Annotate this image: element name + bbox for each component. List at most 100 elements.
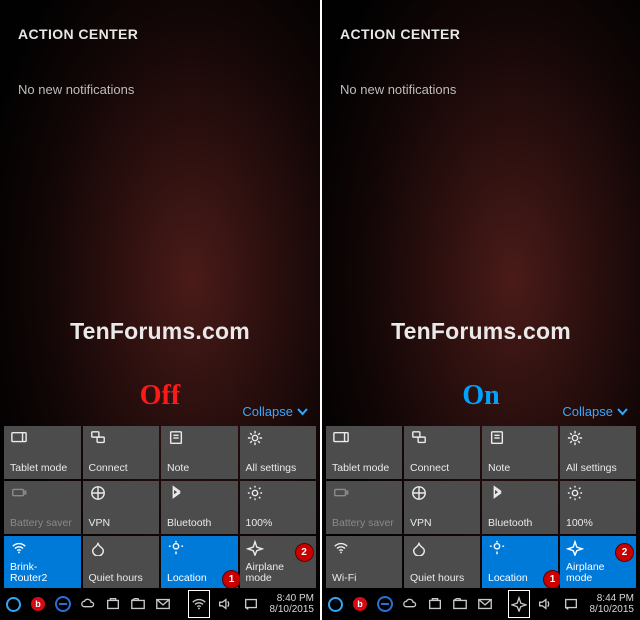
annotation-badge: 1 — [223, 571, 240, 588]
vpn-icon — [410, 485, 428, 501]
tile-label: Bluetooth — [167, 518, 232, 530]
tile-brightness[interactable]: 100% — [240, 481, 317, 534]
date-text: 8/10/2015 — [270, 604, 315, 615]
annotation-badge: 1 — [544, 571, 561, 588]
taskbar: b 8:40 PM 8/10/2015 — [0, 588, 320, 620]
tile-label: Connect — [89, 463, 154, 475]
tablet-icon — [332, 430, 350, 446]
tile-tablet[interactable]: Tablet mode — [326, 426, 402, 479]
quick-action-tiles: Tablet mode Connect Note All settings Batter… — [4, 426, 316, 589]
brightness-icon — [246, 485, 264, 501]
tile-bluetooth[interactable]: Bluetooth — [482, 481, 558, 534]
time-text: 8:44 PM — [590, 593, 635, 604]
taskbar-volume-icon[interactable] — [534, 590, 556, 618]
watermark-text: TenForums.com — [70, 318, 250, 345]
taskbar-wifi-icon[interactable] — [188, 590, 210, 618]
tile-quiet[interactable]: Quiet hours — [404, 536, 480, 589]
tile-settings[interactable]: All settings — [240, 426, 317, 479]
taskbar-store-icon[interactable] — [424, 590, 446, 618]
bluetooth-icon — [167, 485, 185, 501]
connect-icon — [410, 430, 428, 446]
taskbar-ac-icon[interactable] — [240, 590, 262, 618]
panel-right: ACTION CENTER No new notifications TenFo… — [320, 0, 640, 620]
collapse-button[interactable]: Collapse — [562, 404, 628, 419]
taskbar-explorer-icon[interactable] — [127, 590, 149, 618]
tile-label: All settings — [246, 463, 311, 475]
clock: 8:40 PM 8/10/2015 — [266, 593, 319, 615]
wifi-icon — [10, 540, 28, 556]
taskbar-cortana-icon[interactable] — [2, 590, 24, 618]
tile-airplane[interactable]: Airplane mode2 — [560, 536, 636, 589]
taskbar-store-icon[interactable] — [102, 590, 124, 618]
tile-label: Tablet mode — [332, 463, 396, 475]
tile-wifi[interactable]: Wi-Fi — [326, 536, 402, 589]
tile-label: Airplane mode — [246, 562, 311, 585]
chevron-down-icon — [297, 406, 308, 417]
note-icon — [488, 430, 506, 446]
taskbar-ac-icon[interactable] — [560, 590, 582, 618]
brightness-icon — [566, 485, 584, 501]
taskbar-mail-icon[interactable] — [152, 590, 174, 618]
tile-label: Bluetooth — [488, 518, 552, 530]
taskbar-edge-icon[interactable] — [52, 590, 74, 618]
tile-bluetooth[interactable]: Bluetooth — [161, 481, 238, 534]
state-label-off: Off — [140, 380, 180, 412]
annotation-badge: 2 — [296, 544, 313, 561]
quick-action-tiles: Tablet mode Connect Note All settings Batter… — [326, 426, 636, 589]
taskbar-right: 8:44 PM 8/10/2015 — [508, 590, 639, 618]
settings-icon — [246, 430, 264, 446]
vpn-icon — [89, 485, 107, 501]
battery-icon — [10, 485, 28, 501]
tile-label: Battery saver — [10, 518, 75, 530]
tile-location[interactable]: Location1 — [161, 536, 238, 589]
note-icon — [167, 430, 185, 446]
tile-vpn[interactable]: VPN — [404, 481, 480, 534]
bluetooth-icon — [488, 485, 506, 501]
tile-connect[interactable]: Connect — [404, 426, 480, 479]
taskbar-airplane-icon[interactable] — [508, 590, 530, 618]
battery-icon — [332, 485, 350, 501]
panel-left: ACTION CENTER No new notifications TenFo… — [0, 0, 320, 620]
location-icon — [488, 540, 506, 556]
tile-tablet[interactable]: Tablet mode — [4, 426, 81, 479]
tile-quiet[interactable]: Quiet hours — [83, 536, 160, 589]
tile-location[interactable]: Location1 — [482, 536, 558, 589]
collapse-label: Collapse — [242, 404, 293, 419]
tile-brightness[interactable]: 100% — [560, 481, 636, 534]
tile-note[interactable]: Note — [482, 426, 558, 479]
tile-battery[interactable]: Battery saver — [4, 481, 81, 534]
taskbar-cloud-icon[interactable] — [399, 590, 421, 618]
taskbar-volume-icon[interactable] — [214, 590, 236, 618]
taskbar-explorer-icon[interactable] — [449, 590, 471, 618]
wifi-icon — [332, 540, 350, 556]
collapse-button[interactable]: Collapse — [242, 404, 308, 419]
taskbar-left: b — [324, 590, 496, 618]
quiet-icon — [410, 540, 428, 556]
tile-label: 100% — [566, 518, 630, 530]
taskbar-edge-icon[interactable] — [374, 590, 396, 618]
tile-settings[interactable]: All settings — [560, 426, 636, 479]
taskbar-mail-icon[interactable] — [474, 590, 496, 618]
tile-label: Note — [488, 463, 552, 475]
tile-connect[interactable]: Connect — [83, 426, 160, 479]
taskbar-cloud-icon[interactable] — [77, 590, 99, 618]
time-text: 8:40 PM — [270, 593, 315, 604]
chevron-down-icon — [617, 406, 628, 417]
tile-label: 100% — [246, 518, 311, 530]
taskbar-beats-icon[interactable]: b — [349, 590, 371, 618]
tile-note[interactable]: Note — [161, 426, 238, 479]
tile-label: Quiet hours — [89, 573, 154, 585]
tile-label: VPN — [89, 518, 154, 530]
taskbar-beats-icon[interactable]: b — [27, 590, 49, 618]
settings-icon — [566, 430, 584, 446]
taskbar-cortana-icon[interactable] — [324, 590, 346, 618]
tile-wifi[interactable]: Brink-Router2 — [4, 536, 81, 589]
taskbar: b 8:44 PM 8/10/2015 — [322, 588, 640, 620]
tile-battery[interactable]: Battery saver — [326, 481, 402, 534]
location-icon — [167, 540, 185, 556]
action-center-title: ACTION CENTER — [18, 26, 138, 42]
date-text: 8/10/2015 — [590, 604, 635, 615]
tile-vpn[interactable]: VPN — [83, 481, 160, 534]
airplane-icon — [566, 540, 584, 556]
tile-airplane[interactable]: Airplane mode2 — [240, 536, 317, 589]
